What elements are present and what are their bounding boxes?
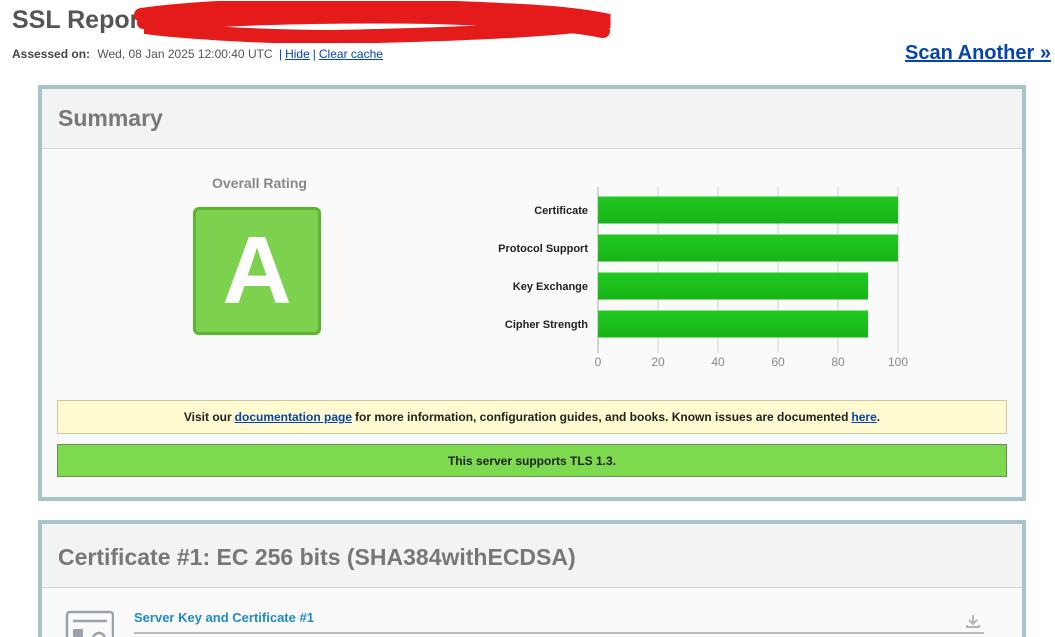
x-tick-label: 40	[711, 355, 725, 369]
ssl-report-page: SSL Report Assessed on: Wed, 08 Jan 2025…	[0, 0, 1055, 637]
bar-cipher-strength	[598, 310, 868, 338]
assessed-line: Assessed on: Wed, 08 Jan 2025 12:00:40 U…	[12, 47, 383, 61]
clear-cache-link[interactable]: Clear cache	[319, 47, 383, 61]
server-key-cert-link[interactable]: Server Key and Certificate #1	[134, 610, 314, 625]
category-label: Certificate	[534, 205, 588, 217]
notice-text: for more information, configuration guid…	[355, 410, 849, 424]
certificate-icon	[65, 610, 114, 637]
redaction-scribble	[134, 1, 611, 43]
separator: |	[312, 47, 316, 61]
documentation-notice: Visit our documentation page for more in…	[57, 400, 1007, 434]
x-tick-label: 60	[771, 355, 785, 369]
category-label: Key Exchange	[513, 281, 588, 293]
bar-key-exchange	[598, 272, 868, 300]
divider	[134, 632, 984, 634]
page-title: SSL Report	[12, 6, 148, 34]
summary-section: Summary Overall Rating A 0 20 40 60 80 100 Cer…	[38, 85, 1026, 501]
tls13-notice: This server supports TLS 1.3.	[57, 444, 1007, 477]
notice-text: .	[876, 410, 881, 424]
assessed-label: Assessed on:	[12, 47, 91, 61]
documentation-page-link[interactable]: documentation page	[235, 410, 352, 424]
x-tick-label: 0	[595, 355, 602, 369]
bar-certificate	[598, 196, 898, 224]
certificate-section: Certificate #1: EC 256 bits (SHA384withE…	[38, 520, 1026, 637]
bar-protocol-support	[598, 234, 898, 262]
category-label: Cipher Strength	[505, 319, 588, 331]
certificate-heading: Certificate #1: EC 256 bits (SHA384withE…	[42, 524, 1022, 588]
assessed-value: Wed, 08 Jan 2025 12:00:40 UTC	[97, 47, 273, 61]
known-issues-link[interactable]: here	[851, 410, 876, 424]
separator: |	[278, 47, 283, 61]
x-tick-label: 20	[651, 355, 665, 369]
x-tick-label: 80	[831, 355, 845, 369]
hide-link[interactable]: Hide	[285, 47, 310, 61]
download-icon[interactable]	[965, 613, 981, 629]
rating-bar-chart: 0 20 40 60 80 100 Certificate Protocol Support K…	[498, 187, 908, 369]
x-tick-label: 100	[888, 355, 908, 369]
category-label: Protocol Support	[498, 243, 588, 255]
notice-text: Visit our	[183, 410, 232, 424]
scan-another-link[interactable]: Scan Another »	[905, 42, 1051, 65]
